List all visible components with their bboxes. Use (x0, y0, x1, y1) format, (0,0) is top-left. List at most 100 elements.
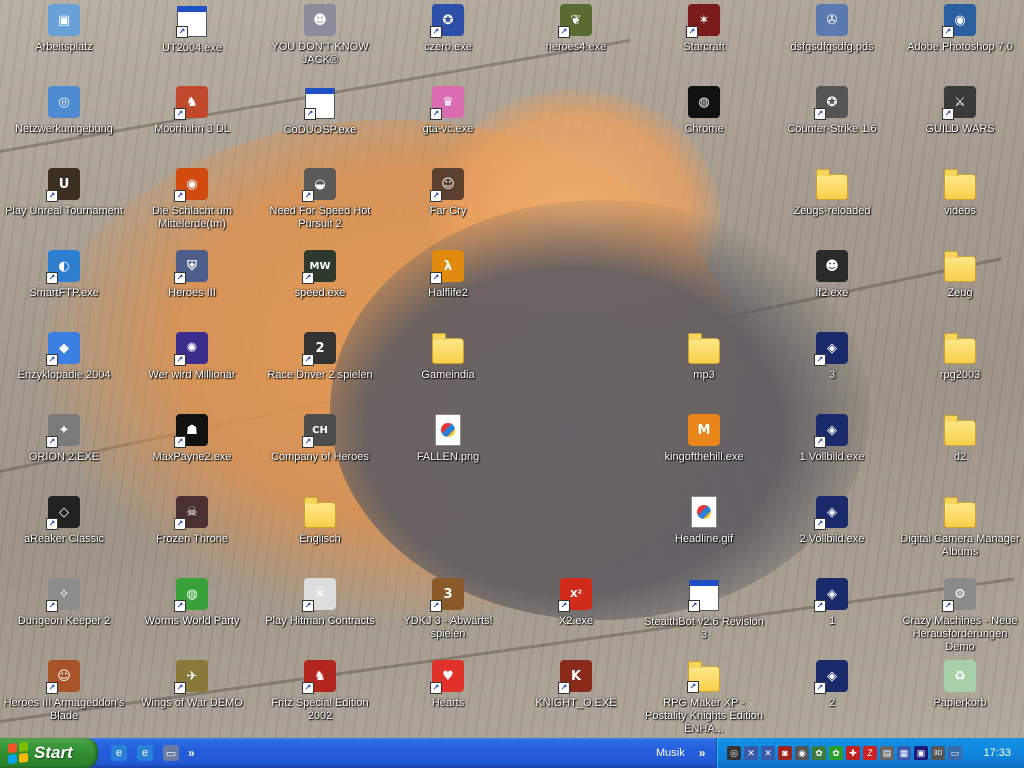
desktop-icon[interactable]: ⚔ ↗ GUILD WARS (896, 84, 1024, 166)
desktop-icon[interactable]: ✪ ↗ Counter-Strike 1.6 (768, 84, 896, 166)
desktop-icon-label: Papierkorb (933, 697, 987, 709)
desktop-icon[interactable]: mp3 (640, 330, 768, 412)
internet-explorer-icon[interactable]: e (111, 745, 127, 761)
desktop-icon-label: 1 Vollbild.exe (799, 451, 865, 463)
gear-icon[interactable]: ✿ (812, 746, 826, 760)
keyboard-icon[interactable]: ▤ (880, 746, 894, 760)
network-disconnected-icon[interactable]: ✕ (761, 746, 775, 760)
desktop-icon[interactable]: Zeug (896, 248, 1024, 330)
shield-icon[interactable]: ◉ (795, 746, 809, 760)
desktop-icon[interactable]: ☺ ↗ Far Cry (384, 166, 512, 248)
icq-flower-icon[interactable]: ✿ (829, 746, 843, 760)
desktop-icon[interactable]: ✇ dsfgsdfgsdfg.pds (768, 2, 896, 84)
desktop-icon[interactable]: FALLEN.png (384, 412, 512, 494)
monitor-icon[interactable]: ▭ (948, 746, 962, 760)
desktop-icon[interactable]: ☠ ↗ Frozen Throne (128, 494, 256, 576)
desktop-icon[interactable]: ▣ Arbeitsplatz (0, 2, 128, 84)
desktop-icon-label: Counter-Strike 1.6 (787, 123, 877, 135)
desktop-icon[interactable]: Gameindia (384, 330, 512, 412)
desktop-icon[interactable]: ◈ ↗ 3 (768, 330, 896, 412)
desktop-icon[interactable]: U ↗ Play Unreal Tournament (0, 166, 128, 248)
desktop-icon[interactable]: ⛨ ↗ Heroes III (128, 248, 256, 330)
desktop-icon[interactable]: ☺ ↗ Heroes III Armageddon's Blade (0, 658, 128, 738)
desktop-icon[interactable]: CH ↗ Company of Heroes (256, 412, 384, 494)
desktop-icon[interactable]: ◒ ↗ Need For Speed Hot Pursuit 2 (256, 166, 384, 248)
display-icon[interactable]: ▣ (914, 746, 928, 760)
desktop-icon[interactable]: Zeugs-reloaded (768, 166, 896, 248)
desktop-icon[interactable]: Englisch (256, 494, 384, 576)
desktop-icon[interactable]: ◆ ↗ Enzyklopädie 2004 (0, 330, 128, 412)
antivirus-icon[interactable]: ✚ (846, 746, 860, 760)
ie-browser-icon[interactable]: e (137, 745, 153, 761)
desktop-icon[interactable]: ♥ ↗ Hearts (384, 658, 512, 738)
desktop-icon-label: Netzwerkumgebung (15, 123, 113, 135)
desktop-icon[interactable]: ◐ ↗ SmartFTP.exe (0, 248, 128, 330)
shortcut-arrow-icon: ↗ (46, 436, 58, 448)
desktop-icon[interactable]: ✺ ↗ Wer wird Millionär (128, 330, 256, 412)
desktop-icon-label: speed.exe (294, 287, 346, 299)
headset-icon[interactable]: ◎ (727, 746, 741, 760)
start-button[interactable]: Start (0, 738, 98, 768)
film-reel-icon: ✇ (816, 4, 848, 36)
desktop-icon[interactable]: ◈ ↗ 1 Vollbild.exe (768, 412, 896, 494)
desktop-icon-label: Dungeon Keeper 2 (17, 615, 111, 627)
desktop-icon[interactable]: ↗ CoDUOSP.exe (256, 84, 384, 166)
musik-toolbar-chevron-icon[interactable]: » (699, 746, 706, 760)
desktop-icon[interactable]: ◉ ↗ Die Schlacht um Mittelerde(tm) (128, 166, 256, 248)
desktop-icon[interactable]: ♻ Papierkorb (896, 658, 1024, 738)
desktop-icon[interactable]: ☻ YOU DON'T KNOW JACK® (256, 2, 384, 84)
quick-launch-chevron-icon[interactable]: » (188, 746, 195, 760)
desktop-icon[interactable]: Mkingofthehill.exe (640, 412, 768, 494)
desktop-icon[interactable]: rpg2003 (896, 330, 1024, 412)
desktop-icon[interactable]: ☗ ↗ MaxPayne2.exe (128, 412, 256, 494)
desktop-icon[interactable]: ✦ ↗ ORION 2.EXE (0, 412, 128, 494)
musik-toolbar[interactable]: Musik » (656, 738, 705, 768)
clock[interactable]: 17:33 (983, 747, 1011, 759)
desktop-icon[interactable]: ✶ ↗ Starcraft (640, 2, 768, 84)
desktop-icon[interactable]: MW ↗ speed.exe (256, 248, 384, 330)
desktop-icon-label: KNIGHT_O.EXE (535, 697, 617, 709)
desktop-icon[interactable]: ✕ ↗ Play Hitman Contracts (256, 576, 384, 658)
3d-icon[interactable]: 3D (931, 746, 945, 760)
ut2004-icon: ↗ (176, 6, 207, 38)
desktop-icon[interactable]: ◈ ↗ 1 (768, 576, 896, 658)
desktop-icon[interactable]: ◇ ↗ aReaker Classic (0, 494, 128, 576)
desktop-icon[interactable]: ↗ RPG Maker XP - Postality Knights Editio… (640, 658, 768, 738)
desktop-icon[interactable]: ◈ ↗ 2 (768, 658, 896, 738)
desktop-icon[interactable]: videos (896, 166, 1024, 248)
desktop-icon[interactable]: Digital Camera Manager Albums (896, 494, 1024, 576)
show-desktop-icon[interactable]: ▭ (163, 745, 179, 761)
checkered-icon[interactable]: ▦ (897, 746, 911, 760)
desktop-icon[interactable]: ✪ ↗ czero.exe (384, 2, 512, 84)
desktop-icon[interactable]: λ ↗ Halflife2 (384, 248, 512, 330)
desktop-icon[interactable]: ◍ ↗ Worms World Party (128, 576, 256, 658)
desktop-icon[interactable]: ☻ lf2.exe (768, 248, 896, 330)
desktop-icon[interactable]: ◍ Chrome (640, 84, 768, 166)
desktop-icon[interactable]: ↗ StealthBot v2.6 Revision 3 (640, 576, 768, 658)
desktop-icon[interactable]: 3 ↗ YDKJ 3 - Abwärts! spielen (384, 576, 512, 658)
desktop-icon-label: dsfgsdfgsdfg.pds (790, 41, 874, 53)
desktop-icon[interactable]: ♞ ↗ Moorhuhn 3 DL (128, 84, 256, 166)
desktop-icon[interactable]: ◉ ↗ Adobe Photoshop 7.0 (896, 2, 1024, 84)
zonealarm-icon[interactable]: Z (863, 746, 877, 760)
desktop-icon[interactable]: ❦ ↗ heroes4.exe (512, 2, 640, 84)
desktop-icon[interactable]: ◎ Netzwerkumgebung (0, 84, 128, 166)
recycle-bin-icon: ♻ (944, 660, 976, 692)
desktop-icon[interactable]: 2 ↗ Race Driver 2 spielen (256, 330, 384, 412)
desktop-icon[interactable]: ↗ UT2004.exe (128, 2, 256, 84)
folder-icon (688, 333, 720, 364)
desktop-icon[interactable]: d2 (896, 412, 1024, 494)
desktop-icon[interactable]: ⚙ ↗ Crazy Machines - Neue Herausforderunge… (896, 576, 1024, 658)
network-disconnected-icon[interactable]: ✕ (744, 746, 758, 760)
smartftp-icon: ◐ ↗ (46, 250, 80, 284)
desktop-icon[interactable]: Headline.gif (640, 494, 768, 576)
desktop-icon[interactable]: ✧ ↗ Dungeon Keeper 2 (0, 576, 128, 658)
desktop-icon[interactable]: X² ↗ X2.exe (512, 576, 640, 658)
desktop-icon[interactable]: ♛ ↗ gta-vc.exe (384, 84, 512, 166)
desktop-icon[interactable]: ◈ ↗ 2 Vollbild.exe (768, 494, 896, 576)
desktop-icon[interactable]: ✈ ↗ Wings of War DEMO (128, 658, 256, 738)
desktop-icon-label: Far Cry (429, 205, 467, 217)
desktop-icon[interactable]: K ↗ KNIGHT_O.EXE (512, 658, 640, 738)
desktop-icon[interactable]: ♞ ↗ Fritz Special Edition 2002 (256, 658, 384, 738)
cd-icon[interactable]: ◙ (778, 746, 792, 760)
